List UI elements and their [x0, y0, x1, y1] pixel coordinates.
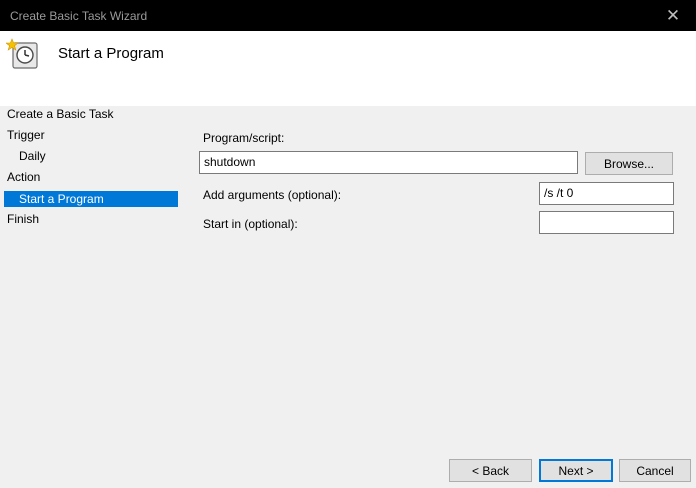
browse-button[interactable]: Browse... [585, 152, 673, 175]
start-in-input[interactable] [539, 211, 674, 234]
step-create-basic-task[interactable]: Create a Basic Task [7, 106, 114, 122]
wizard-steps-pane: Create a Basic Task Trigger Daily Action… [0, 106, 186, 488]
start-in-label: Start in (optional): [203, 217, 298, 231]
window-title: Create Basic Task Wizard [10, 9, 148, 23]
task-scheduler-clock-icon [6, 38, 38, 69]
step-trigger[interactable]: Trigger [7, 127, 45, 143]
step-daily[interactable]: Daily [19, 148, 46, 164]
close-button[interactable]: ✕ [650, 0, 696, 31]
wizard-header: Start a Program [0, 31, 696, 106]
program-script-input[interactable]: shutdown [199, 151, 578, 174]
step-finish[interactable]: Finish [7, 211, 39, 227]
program-script-label: Program/script: [203, 131, 285, 145]
next-button[interactable]: Next > [539, 459, 613, 482]
cancel-button[interactable]: Cancel [619, 459, 691, 482]
add-arguments-input[interactable]: /s /t 0 [539, 182, 674, 205]
back-button[interactable]: < Back [449, 459, 532, 482]
step-action[interactable]: Action [7, 169, 40, 185]
page-title: Start a Program [58, 45, 164, 62]
add-arguments-label: Add arguments (optional): [203, 188, 342, 202]
step-start-a-program[interactable]: Start a Program [4, 191, 178, 207]
close-icon: ✕ [665, 5, 681, 25]
title-bar: Create Basic Task Wizard ✕ [0, 0, 696, 31]
